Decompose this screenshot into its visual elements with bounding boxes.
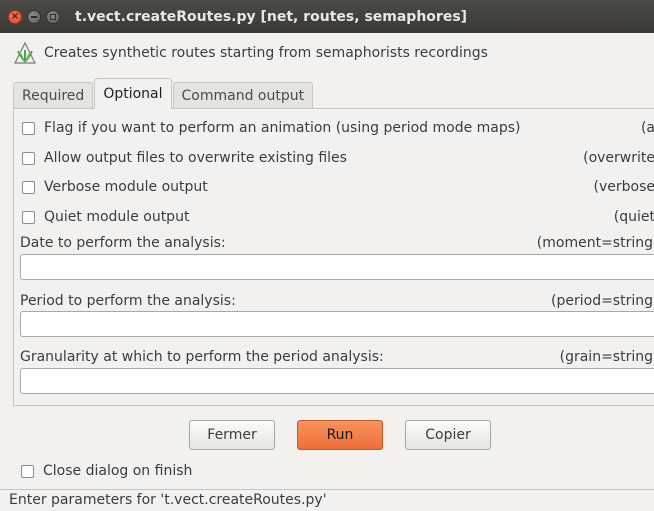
optional-panel: Flag if you want to perform an animation… xyxy=(13,108,654,406)
close-window-icon[interactable]: × xyxy=(8,9,22,24)
period-input[interactable] xyxy=(20,311,654,337)
tab-optional[interactable]: Optional xyxy=(94,78,172,109)
option-overwrite[interactable]: Allow output files to overwrite existing… xyxy=(22,147,654,169)
option-label: Flag if you want to perform an animation… xyxy=(44,120,521,136)
module-description: Creates synthetic routes starting from s… xyxy=(0,33,654,73)
close-on-finish-label: Close dialog on finish xyxy=(43,463,193,479)
run-button[interactable]: Run xyxy=(297,420,383,450)
close-on-finish-option[interactable]: Close dialog on finish xyxy=(21,460,192,482)
tab-command-output[interactable]: Command output xyxy=(172,82,314,109)
dialog-window: × t.vect.createRoutes.py [net, routes, s… xyxy=(0,0,654,511)
title-bar[interactable]: × t.vect.createRoutes.py [net, routes, s… xyxy=(0,0,654,33)
close-button[interactable]: Fermer xyxy=(189,420,275,450)
option-animation[interactable]: Flag if you want to perform an animation… xyxy=(22,117,654,139)
status-bar: Enter parameters for 't.vect.createRoute… xyxy=(0,489,654,511)
verbose-checkbox[interactable] xyxy=(22,180,35,194)
field-flag: (moment=string xyxy=(536,235,653,251)
option-label: Quiet module output xyxy=(44,209,190,225)
grass-logo-icon xyxy=(14,41,36,64)
field-label-text: Granularity at which to perform the peri… xyxy=(20,349,384,365)
option-flag: (quiet xyxy=(613,209,654,225)
option-label: Allow output files to overwrite existing… xyxy=(44,150,347,166)
tab-bar: Required Optional Command output xyxy=(13,78,314,109)
period-field-label: Period to perform the analysis: (period=… xyxy=(20,291,654,311)
field-label-text: Period to perform the analysis: xyxy=(20,293,236,309)
option-verbose[interactable]: Verbose module output (verbose xyxy=(22,176,654,198)
grain-field-label: Granularity at which to perform the peri… xyxy=(20,347,654,367)
copy-button[interactable]: Copier xyxy=(405,420,491,450)
tab-required[interactable]: Required xyxy=(13,82,94,109)
option-label: Verbose module output xyxy=(44,179,208,195)
option-flag: (a xyxy=(640,120,654,136)
close-on-finish-checkbox[interactable] xyxy=(21,464,34,478)
field-flag: (grain=string xyxy=(559,349,653,365)
field-flag: (period=string xyxy=(551,293,653,309)
animation-checkbox[interactable] xyxy=(22,121,35,135)
maximize-window-icon[interactable] xyxy=(46,9,60,24)
option-quiet[interactable]: Quiet module output (quiet xyxy=(22,206,654,228)
option-flag: (overwrite xyxy=(583,150,654,166)
quiet-checkbox[interactable] xyxy=(22,210,35,224)
window-title: t.vect.createRoutes.py [net, routes, sem… xyxy=(75,8,468,25)
description-text: Creates synthetic routes starting from s… xyxy=(44,45,488,61)
option-flag: (verbose xyxy=(593,179,654,195)
moment-field-label: Date to perform the analysis: (moment=st… xyxy=(20,233,654,253)
minimize-window-icon[interactable] xyxy=(27,9,41,24)
grain-input[interactable] xyxy=(20,368,654,394)
moment-input[interactable] xyxy=(20,254,654,280)
field-label-text: Date to perform the analysis: xyxy=(20,235,226,251)
overwrite-checkbox[interactable] xyxy=(22,151,35,165)
status-text: Enter parameters for 't.vect.createRoute… xyxy=(9,492,327,508)
